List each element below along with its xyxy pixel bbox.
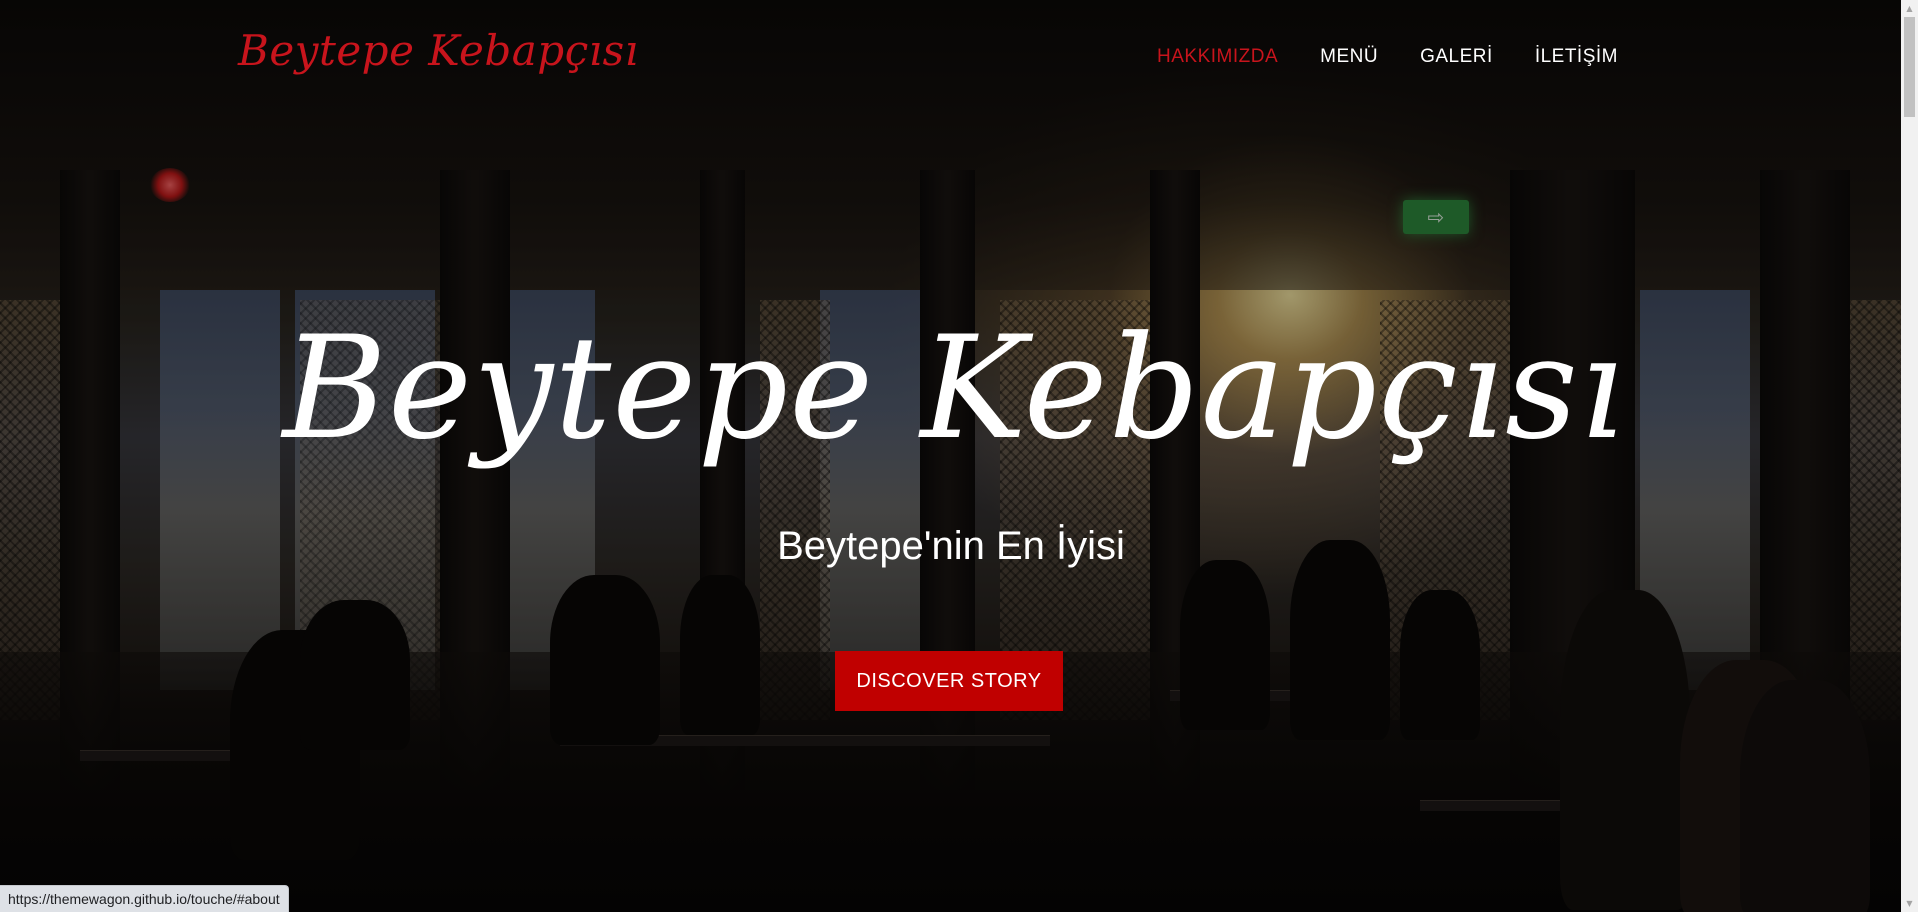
- hero-title: Beytepe Kebapçısı: [282, 306, 1626, 471]
- hero-section: Beytepe Kebapçısı Beytepe'nin En İyisi D…: [0, 0, 1918, 912]
- nav-link-contact[interactable]: İLETİŞİM: [1535, 46, 1618, 67]
- scroll-down-arrow-icon[interactable]: ▼: [1901, 895, 1918, 912]
- nav-link-about[interactable]: HAKKIMIZDA: [1157, 46, 1278, 67]
- nav-link-menu[interactable]: MENÜ: [1320, 46, 1378, 67]
- nav-item-about: HAKKIMIZDA: [1157, 46, 1278, 68]
- nav-item-menu: MENÜ: [1320, 46, 1378, 68]
- nav-item-contact: İLETİŞİM: [1535, 46, 1618, 68]
- scroll-up-arrow-icon[interactable]: ▲: [1901, 0, 1918, 17]
- status-bar-url: https://themewagon.github.io/touche/#abo…: [0, 885, 289, 912]
- hero-subtitle: Beytepe'nin En İyisi: [777, 524, 1125, 568]
- brand-logo[interactable]: Beytepe Kebapçısı: [238, 26, 639, 75]
- scrollbar-thumb[interactable]: [1904, 17, 1915, 117]
- nav-link-gallery[interactable]: GALERİ: [1420, 46, 1493, 67]
- discover-story-button[interactable]: DISCOVER STORY: [835, 651, 1063, 711]
- nav-item-gallery: GALERİ: [1420, 46, 1493, 68]
- top-navbar: Beytepe Kebapçısı HAKKIMIZDA MENÜ GALERİ…: [0, 0, 1918, 118]
- page-viewport: ⇨ Beytepe Kebapçısı HAKKIMIZDA MENÜ GALE…: [0, 0, 1918, 912]
- vertical-scrollbar[interactable]: ▲ ▼: [1901, 0, 1918, 912]
- nav-menu: HAKKIMIZDA MENÜ GALERİ İLETİŞİM: [1157, 46, 1618, 68]
